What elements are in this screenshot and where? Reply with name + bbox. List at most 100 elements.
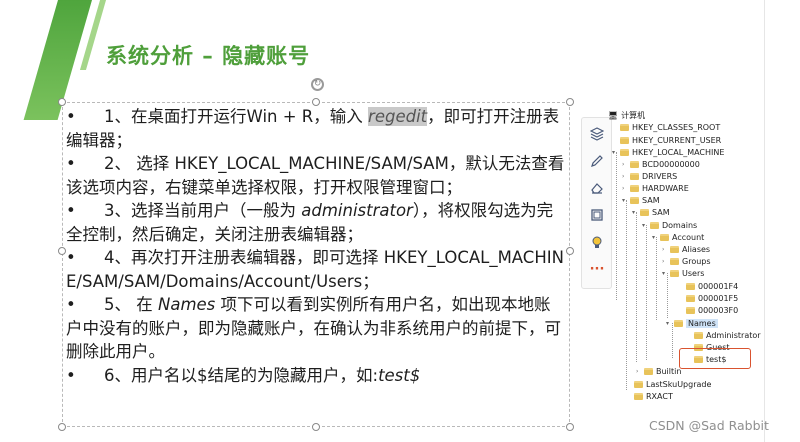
- registry-node-label: HKEY_CLASSES_ROOT: [632, 123, 721, 132]
- bullet: •: [66, 365, 76, 385]
- folder-icon: [670, 246, 679, 253]
- registry-node[interactable]: 🖥 计算机: [600, 110, 645, 121]
- registry-node-label: Aliases: [682, 245, 711, 254]
- resize-handle-bottom-right[interactable]: [566, 423, 574, 431]
- step-3: • 3、选择当前用户（一般为 administrator），将权限勾选为完全控制，…: [66, 199, 566, 246]
- steps-content[interactable]: • 1、在桌面打开运行Win + R，输入 regedit，即可打开注册表编辑器；…: [66, 105, 566, 387]
- registry-node-label: SAM: [642, 196, 660, 205]
- folder-icon: [634, 393, 643, 400]
- collapse-arrow-icon[interactable]: ▾: [652, 234, 658, 241]
- expand-arrow-icon[interactable]: ›: [662, 258, 668, 265]
- tree-connector: [616, 152, 617, 300]
- resize-handle-bottom[interactable]: [312, 423, 320, 431]
- registry-node[interactable]: 000003F0: [678, 305, 738, 316]
- registry-node-label: RXACT: [646, 392, 673, 401]
- resize-handle-top-left[interactable]: [58, 98, 66, 106]
- step-2: • 2、 选择 HKEY_LOCAL_MACHINE/SAM/SAM，默认无法查看…: [66, 152, 566, 199]
- collapse-arrow-icon[interactable]: ▾: [612, 149, 618, 156]
- computer-icon: 🖥: [608, 111, 619, 120]
- folder-icon: [674, 320, 683, 327]
- registry-node[interactable]: › Aliases: [662, 244, 710, 255]
- registry-node-label: 000003F0: [698, 306, 739, 315]
- registry-node-label: Administrator: [706, 331, 761, 340]
- bullet: •: [66, 295, 76, 314]
- step-6: • 6、用户名以$结尾的为隐藏用户，如:test$: [66, 364, 566, 388]
- registry-node-label: HARDWARE: [642, 184, 689, 193]
- registry-node[interactable]: ▾ Names: [666, 318, 718, 329]
- italic-term: administrator: [301, 201, 413, 220]
- registry-node[interactable]: ▾ HKEY_LOCAL_MACHINE: [612, 147, 724, 158]
- registry-node[interactable]: ▾ Account: [652, 232, 704, 243]
- registry-node[interactable]: ▾ Domains: [642, 220, 697, 231]
- registry-node[interactable]: ▾ Users: [662, 268, 704, 279]
- registry-node[interactable]: ▾ SAM: [622, 195, 660, 206]
- collapse-arrow-icon[interactable]: ▾: [642, 222, 648, 229]
- registry-node[interactable]: › Builtin: [636, 366, 681, 377]
- resize-handle-left[interactable]: [58, 247, 66, 255]
- collapse-arrow-icon[interactable]: ▾: [622, 197, 628, 204]
- step-text: 5、 在: [104, 295, 158, 314]
- folder-icon: [686, 283, 695, 290]
- tree-connector: [646, 225, 647, 360]
- rotate-handle[interactable]: ↻: [311, 78, 324, 91]
- expand-arrow-icon[interactable]: ›: [622, 185, 628, 192]
- registry-node[interactable]: Administrator: [686, 330, 761, 341]
- registry-node-label: 000001F4: [698, 282, 739, 291]
- registry-node[interactable]: › BCD00000000: [622, 159, 700, 170]
- bullet: •: [66, 248, 76, 267]
- expand-arrow-icon[interactable]: ›: [622, 161, 628, 168]
- registry-node-label: Groups: [682, 257, 711, 266]
- step-text: 3、选择当前用户（一般为: [104, 201, 302, 220]
- resize-handle-bottom-left[interactable]: [58, 423, 66, 431]
- step-4: • 4、再次打开注册表编辑器，即可选择 HKEY_LOCAL_MACHINE/SA…: [66, 246, 566, 293]
- registry-node[interactable]: 000001F4: [678, 281, 738, 292]
- folder-icon: [634, 381, 643, 388]
- italic-term: Names: [158, 295, 216, 314]
- registry-node[interactable]: HKEY_CURRENT_USER: [612, 135, 721, 146]
- registry-node-label: DRIVERS: [642, 172, 678, 181]
- expand-arrow-icon[interactable]: ›: [622, 173, 628, 180]
- folder-icon: [644, 368, 653, 375]
- folder-icon: [694, 332, 703, 339]
- folder-icon: [686, 307, 695, 314]
- tree-connector: [672, 323, 673, 358]
- folder-icon: [630, 197, 639, 204]
- registry-node[interactable]: HKEY_CLASSES_ROOT: [612, 122, 720, 133]
- registry-node-label: Names: [686, 319, 718, 328]
- watermark: CSDN @Sad Rabbit: [649, 418, 769, 433]
- registry-node-label: Domains: [662, 221, 698, 230]
- page-edge: [764, 0, 765, 442]
- registry-node[interactable]: 000001F5: [678, 293, 738, 304]
- registry-node[interactable]: RXACT: [626, 391, 673, 402]
- registry-node[interactable]: ▾ SAM: [632, 207, 670, 218]
- expand-arrow-icon[interactable]: ›: [662, 246, 668, 253]
- registry-node[interactable]: › HARDWARE: [622, 183, 689, 194]
- registry-node-label: Account: [672, 233, 705, 242]
- highlight-box: [679, 348, 751, 369]
- registry-node-label: BCD00000000: [642, 160, 700, 169]
- registry-node[interactable]: › DRIVERS: [622, 171, 677, 182]
- registry-node-label: Builtin: [656, 367, 682, 376]
- italic-term: test$: [378, 365, 421, 385]
- folder-icon: [620, 149, 629, 156]
- step-1: • 1、在桌面打开运行Win + R，输入 regedit，即可打开注册表编辑器；: [66, 105, 566, 152]
- expand-arrow-icon[interactable]: ›: [636, 368, 642, 375]
- step-text: 6、用户名以$结尾的为隐藏用户，如:: [104, 365, 379, 385]
- registry-node[interactable]: LastSkuUpgrade: [626, 379, 711, 390]
- registry-node-label: HKEY_CURRENT_USER: [632, 136, 722, 145]
- highlighted-command: regedit: [368, 107, 428, 126]
- registry-node-label: SAM: [652, 208, 670, 217]
- folder-icon: [660, 234, 669, 241]
- tree-connector: [656, 237, 657, 320]
- collapse-arrow-icon[interactable]: ▾: [632, 209, 638, 216]
- folder-icon: [630, 185, 639, 192]
- registry-node[interactable]: › Groups: [662, 256, 711, 267]
- resize-handle-right[interactable]: [566, 247, 574, 255]
- tree-connector: [667, 273, 668, 318]
- folder-icon: [686, 295, 695, 302]
- registry-node-label: 计算机: [621, 111, 646, 120]
- step-text: 1、在桌面打开运行Win + R，输入: [104, 107, 369, 126]
- tree-connector: [626, 200, 627, 390]
- folder-icon: [670, 270, 679, 277]
- resize-handle-top-right[interactable]: [566, 98, 574, 106]
